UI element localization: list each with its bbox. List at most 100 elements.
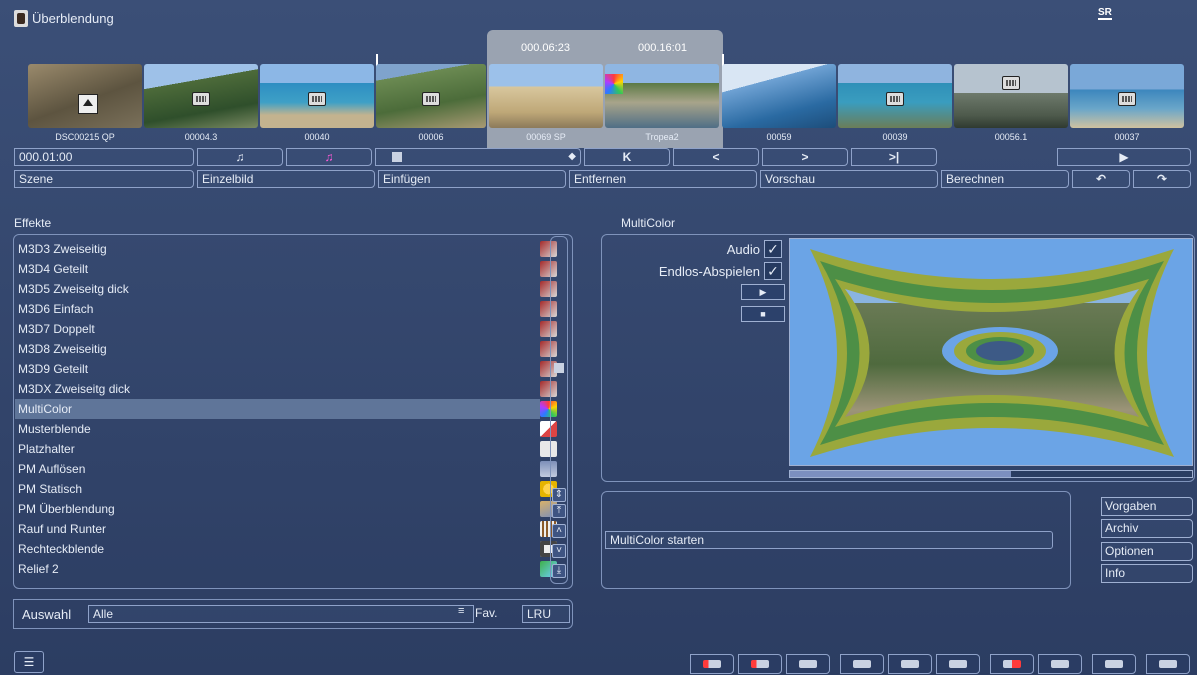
vorgaben-button[interactable]: Vorgaben xyxy=(1101,497,1193,516)
effect-item[interactable]: M3D7 Doppelt xyxy=(15,319,557,339)
effect-label: M3D4 Geteilt xyxy=(18,262,89,276)
dock-home-icon[interactable] xyxy=(1146,654,1190,674)
effect-item[interactable]: MultiColor xyxy=(15,399,557,419)
dock-audio-icon[interactable] xyxy=(1038,654,1082,674)
audio-record-button[interactable]: ♫ xyxy=(286,148,372,166)
sr-logo: SR xyxy=(1098,7,1112,20)
preview-play-button[interactable]: ▶ xyxy=(741,284,785,300)
effect-label: Musterblende xyxy=(18,422,91,436)
first-frame-button[interactable]: K xyxy=(584,148,670,166)
timecode-in: 000.06:23 xyxy=(521,42,570,54)
menu-toggle-icon[interactable]: ☰ xyxy=(14,651,44,673)
play-button[interactable]: ▶ xyxy=(1057,148,1191,166)
dock-storyboard-icon[interactable] xyxy=(786,654,830,674)
multicolor-overlay xyxy=(790,239,1192,465)
scroll-updown-icon[interactable]: ⇕ xyxy=(552,488,566,502)
dock-timeline-icon[interactable] xyxy=(690,654,734,674)
effect-label: Rauf und Runter xyxy=(18,522,107,536)
scroll-bottom-icon[interactable]: ⤓ xyxy=(552,564,566,578)
menu-icon[interactable]: ≡ xyxy=(458,605,464,617)
scroll-up-icon[interactable]: ˄ xyxy=(552,524,566,538)
clip[interactable]: 00069 SP xyxy=(489,60,603,146)
clip[interactable]: 00037 xyxy=(1070,60,1184,146)
undo-button[interactable]: ↶ xyxy=(1072,170,1130,188)
film-icon xyxy=(1118,92,1136,106)
scroll-thumb[interactable] xyxy=(554,363,564,373)
filmstrip[interactable]: DSC00215 QP 00004.3 00040 00006 00069 SP… xyxy=(0,54,1197,146)
film-icon xyxy=(1002,76,1020,90)
clip[interactable]: 00039 xyxy=(838,60,952,146)
optionen-button[interactable]: Optionen xyxy=(1101,542,1193,561)
effect-item[interactable]: Rechteckblende xyxy=(15,539,557,559)
clip[interactable]: 00040 xyxy=(260,60,374,146)
entfernen-button[interactable]: Entfernen xyxy=(569,170,757,188)
audio-checkbox[interactable]: ✓ xyxy=(764,240,782,258)
next-button[interactable]: > xyxy=(762,148,848,166)
effect-label: PM Auflösen xyxy=(18,462,86,476)
clip[interactable]: 00059 xyxy=(722,60,836,146)
film-icon xyxy=(886,92,904,106)
clip[interactable]: 00004.3 xyxy=(144,60,258,146)
effect-item[interactable]: M3D6 Einfach xyxy=(15,299,557,319)
effect-item[interactable]: Relief 2 xyxy=(15,559,557,579)
effect-item[interactable]: Musterblende xyxy=(15,419,557,439)
dock-insert-icon[interactable] xyxy=(738,654,782,674)
effect-item[interactable]: Platzhalter xyxy=(15,439,557,459)
effect-item[interactable]: M3D3 Zweiseitig xyxy=(15,239,557,259)
film-icon xyxy=(308,92,326,106)
preview-progress[interactable] xyxy=(789,470,1193,478)
loop-checkbox[interactable]: ✓ xyxy=(764,262,782,280)
timecode-out: 000.16:01 xyxy=(638,42,687,54)
selection-field[interactable]: Alle xyxy=(88,605,474,623)
trim-slider[interactable]: ◆ xyxy=(375,148,581,166)
slider-handle[interactable] xyxy=(392,152,402,162)
clip[interactable]: DSC00215 QP xyxy=(28,60,142,146)
berechnen-button[interactable]: Berechnen xyxy=(941,170,1069,188)
audio-button[interactable]: ♫ xyxy=(197,148,283,166)
dock-transition-icon[interactable] xyxy=(888,654,932,674)
effect-label: MultiColor xyxy=(18,402,73,416)
effect-item[interactable]: PM Auflösen xyxy=(15,459,557,479)
timecode-field[interactable]: 000.01:00 xyxy=(14,148,194,166)
effect-item[interactable]: M3DX Zweiseitg dick xyxy=(15,379,557,399)
effect-label: M3D6 Einfach xyxy=(18,302,94,316)
effect-item[interactable]: M3D9 Geteilt xyxy=(15,359,557,379)
split-icon: ◆ xyxy=(568,151,576,162)
preview-heading: MultiColor xyxy=(621,216,676,230)
effect-item[interactable]: M3D5 Zweiseitg dick xyxy=(15,279,557,299)
dock-effects-icon[interactable] xyxy=(840,654,884,674)
clip[interactable]: 00006 xyxy=(376,60,486,146)
effect-item[interactable]: M3D8 Zweiseitig xyxy=(15,339,557,359)
einfuegen-button[interactable]: Einfügen xyxy=(378,170,566,188)
effect-item[interactable]: PM Überblendung xyxy=(15,499,557,519)
prev-button[interactable]: < xyxy=(673,148,759,166)
lru-button[interactable]: LRU xyxy=(522,605,570,623)
dock-audio-record-icon[interactable] xyxy=(990,654,1034,674)
clip[interactable]: 00056.1 xyxy=(954,60,1068,146)
fav-button[interactable]: Fav. xyxy=(475,606,497,620)
effect-label: M3D9 Geteilt xyxy=(18,362,89,376)
clip-thumbnail xyxy=(722,64,836,128)
szene-button[interactable]: Szene xyxy=(14,170,194,188)
loop-label: Endlos-Abspielen xyxy=(658,264,760,279)
dock-tools-icon[interactable] xyxy=(1092,654,1136,674)
redo-button[interactable]: ↷ xyxy=(1133,170,1191,188)
preview-stop-button[interactable]: ■ xyxy=(741,306,785,322)
effect-label: M3D7 Doppelt xyxy=(18,322,95,336)
last-frame-button[interactable]: >| xyxy=(851,148,937,166)
einzelbild-button[interactable]: Einzelbild xyxy=(197,170,375,188)
clip-thumbnail xyxy=(489,64,603,128)
archiv-button[interactable]: Archiv xyxy=(1101,519,1193,538)
clip-thumbnail xyxy=(954,64,1068,128)
audio-label: Audio xyxy=(726,242,760,257)
effect-label: Platzhalter xyxy=(18,442,75,456)
dock-title-icon[interactable] xyxy=(936,654,980,674)
vorschau-button[interactable]: Vorschau xyxy=(760,170,938,188)
clip[interactable]: Tropea2 xyxy=(605,60,719,146)
scroll-top-icon[interactable]: ⤒ xyxy=(552,504,566,518)
effect-item[interactable]: M3D4 Geteilt xyxy=(15,259,557,279)
scroll-down-icon[interactable]: ˅ xyxy=(552,544,566,558)
info-button[interactable]: Info xyxy=(1101,564,1193,583)
effect-item[interactable]: Rauf und Runter xyxy=(15,519,557,539)
effect-item[interactable]: PM Statisch xyxy=(15,479,557,499)
